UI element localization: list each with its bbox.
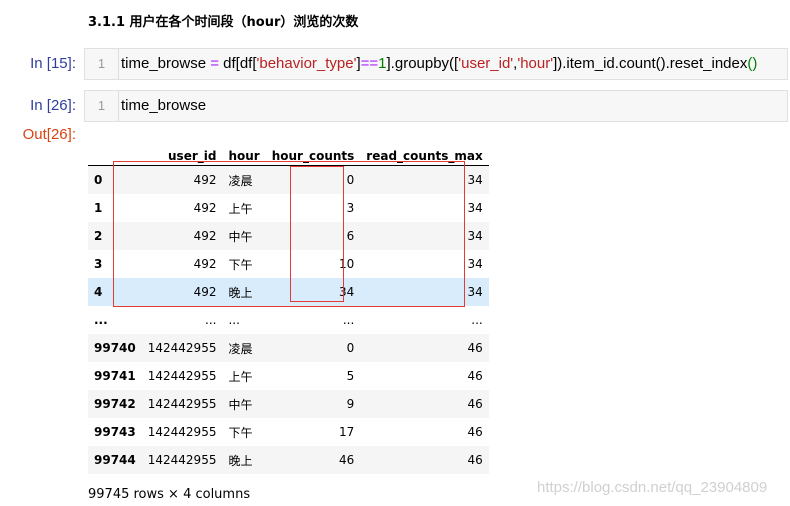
table-row: 0 492 凌晨 0 34: [88, 165, 489, 194]
table-row: 2 492 中午 6 34: [88, 222, 489, 250]
table-row: 99744 142442955 晚上 46 46: [88, 446, 489, 474]
table-row: 99741 142442955 上午 5 46: [94, 369, 483, 384]
column-header-read-counts-max: read_counts_max: [360, 139, 489, 166]
watermark: https://blog.csdn.net/qq_23904809: [537, 479, 768, 496]
column-header-user-id: user_id: [141, 139, 223, 166]
code-line[interactable]: time_browse: [121, 91, 206, 121]
input-prompt-15: In [15]:: [30, 55, 76, 72]
column-header-hour-counts: hour_counts: [265, 139, 361, 166]
section-heading: 3.1.1 用户在各个时间段（hour）浏览的次数: [88, 15, 359, 30]
code-cell-15[interactable]: 1 time_browse = df[df['behavior_type']==…: [84, 48, 788, 80]
table-row: 1 492 上午 3 34: [94, 201, 483, 216]
table-row: 3 492 下午 10 34: [94, 257, 483, 272]
line-number: 1: [85, 91, 119, 121]
table-row: 99740 142442955 凌晨 0 46: [88, 334, 489, 362]
column-header-hour: hour: [222, 139, 266, 166]
output-prompt-26: Out[26]:: [22, 126, 76, 143]
table-row: 99743 142442955 下午 17 46: [94, 425, 483, 440]
table-row: 99742 142442955 中午 9 46: [88, 390, 489, 418]
table-row-ellipsis: ...............: [94, 313, 483, 327]
table-header-row: user_id hour hour_counts read_counts_max: [88, 139, 489, 166]
table-row: 4 492 晚上 34 34: [88, 278, 489, 306]
input-prompt-26: In [26]:: [30, 97, 76, 114]
column-header-index: [88, 139, 142, 166]
row-count-summary: 99745 rows × 4 columns: [88, 487, 251, 502]
code-cell-26[interactable]: 1 time_browse: [84, 90, 788, 122]
dataframe-table: user_id hour hour_counts read_counts_max…: [88, 139, 489, 474]
code-line[interactable]: time_browse = df[df['behavior_type']==1]…: [121, 49, 757, 79]
line-number: 1: [85, 49, 119, 79]
